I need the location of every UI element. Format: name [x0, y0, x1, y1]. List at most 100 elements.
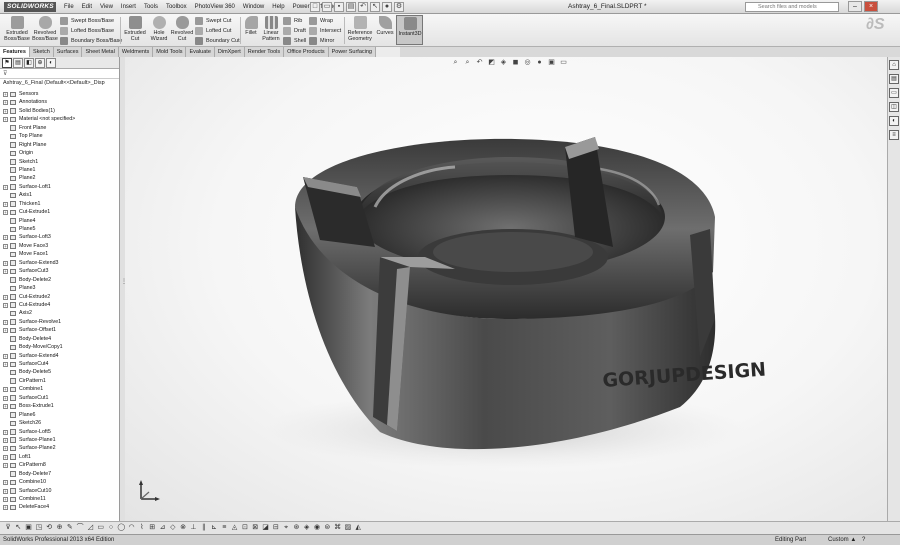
linear-pattern-button[interactable]: Linear Pattern — [260, 16, 282, 46]
design-library-icon[interactable]: ▤ — [889, 74, 899, 84]
options-icon[interactable]: ⚙ — [394, 2, 404, 12]
custom-properties-icon[interactable]: ≡ — [889, 130, 899, 140]
tab-evaluate[interactable]: Evaluate — [186, 47, 215, 57]
tab-sketch[interactable]: Sketch — [29, 47, 54, 57]
sketch-tool-icon[interactable]: ▭ — [97, 524, 105, 532]
save-icon[interactable]: ▪ — [334, 2, 344, 12]
graphics-viewport[interactable]: ⌕ ⌕ ↶ ◩ ◈ ◼ ◎ ● ▣ ▭ GORJUPDESIGN — [125, 57, 887, 521]
menu-tools[interactable]: Tools — [140, 0, 162, 14]
print-icon[interactable]: ▤ — [346, 2, 356, 12]
swept-boss-button[interactable]: Swept Boss/Base — [60, 16, 114, 26]
tab-surfaces[interactable]: Surfaces — [53, 47, 83, 57]
intersect-button[interactable]: Intersect — [309, 26, 341, 36]
sketch-tool-icon[interactable]: ▨ — [344, 524, 352, 532]
file-explorer-icon[interactable]: ▭ — [889, 88, 899, 98]
tree-item[interactable]: + Cut-Extrude1 — [0, 208, 118, 216]
tree-item[interactable]: + Surface-Loft5 — [0, 428, 118, 436]
tree-item[interactable]: + Material <not specified> — [0, 115, 118, 123]
new-doc-icon[interactable]: □ — [310, 2, 320, 12]
expand-icon[interactable]: + — [3, 446, 8, 452]
sketch-tool-icon[interactable]: ⟲ — [45, 524, 53, 532]
tree-item[interactable]: + Surface-Loft1 — [0, 183, 118, 191]
sketch-tool-icon[interactable]: ◠ — [128, 524, 136, 532]
expand-icon[interactable]: + — [3, 497, 8, 502]
tab-sheet-metal[interactable]: Sheet Metal — [82, 47, 119, 57]
sketch-tool-icon[interactable]: ◭ — [354, 524, 362, 532]
sketch-tool-icon[interactable]: ⊜ — [323, 524, 331, 532]
rebuild-icon[interactable]: ● — [382, 2, 392, 12]
appearances-icon[interactable]: ◐ — [889, 116, 899, 126]
sketch-tool-icon[interactable]: ≡ — [220, 524, 228, 532]
tree-item[interactable]: + Surface-Extend3 — [0, 259, 118, 267]
menu-photoview[interactable]: PhotoView 360 — [191, 0, 239, 14]
sketch-tool-icon[interactable]: ⊟ — [272, 524, 280, 532]
expand-icon[interactable]: + — [3, 319, 8, 325]
expand-icon[interactable]: + — [3, 353, 8, 359]
reference-geometry-button[interactable]: Reference Geometry — [346, 16, 374, 46]
menu-edit[interactable]: Edit — [78, 0, 96, 14]
tree-item[interactable]: + Surface-Extend4 — [0, 352, 118, 360]
wrap-button[interactable]: Wrap — [309, 16, 333, 26]
tree-item[interactable]: + CirPattern8 — [0, 461, 118, 469]
tree-item[interactable]: Origin — [0, 149, 118, 157]
sketch-tool-icon[interactable]: ⌘ — [334, 524, 342, 532]
tab-dimxpert[interactable]: DimXpert — [214, 47, 245, 57]
tree-root[interactable]: Ashtray_6_Final (Default<<Default>_Disp — [0, 79, 119, 88]
sketch-tool-icon[interactable]: ∥ — [200, 524, 208, 532]
menu-file[interactable]: File — [60, 0, 78, 14]
tree-item[interactable]: + Move Face3 — [0, 242, 118, 250]
expand-icon[interactable]: + — [3, 488, 8, 494]
instant3d-button[interactable]: Instant3D — [396, 15, 423, 45]
sketch-tool-icon[interactable]: ⊕ — [56, 524, 64, 532]
sketch-tool-icon[interactable]: ◪ — [262, 524, 270, 532]
tree-item[interactable]: Axis1 — [0, 191, 118, 199]
sketch-tool-icon[interactable]: ◈ — [303, 524, 311, 532]
sketch-tool-icon[interactable]: ⊽ — [4, 524, 12, 532]
tree-item[interactable]: + SurfaceCut1 — [0, 394, 118, 402]
expand-icon[interactable]: + — [3, 505, 8, 511]
expand-icon[interactable]: + — [3, 210, 8, 216]
resources-icon[interactable]: ⌂ — [889, 60, 899, 70]
revolved-cut-button[interactable]: Revolved Cut — [170, 16, 194, 46]
tree-item[interactable]: Body-Delete2 — [0, 276, 118, 284]
tree-item[interactable]: Sketch1 — [0, 158, 118, 166]
expand-icon[interactable]: + — [3, 184, 8, 190]
tab-features[interactable]: Features — [0, 47, 30, 57]
menu-toolbox[interactable]: Toolbox — [162, 0, 191, 14]
tab-mold-tools[interactable]: Mold Tools — [153, 47, 187, 57]
tree-item[interactable]: + SurfaceCut3 — [0, 267, 118, 275]
sketch-tool-icon[interactable]: ⌖ — [282, 524, 290, 532]
expand-icon[interactable]: + — [3, 362, 8, 367]
tab-power-surfacing[interactable]: Power Surfacing — [328, 47, 376, 57]
tree-item[interactable]: Body-Delete4 — [0, 335, 118, 343]
tree-item[interactable]: Right Plane — [0, 141, 118, 149]
display-manager-tab-icon[interactable]: ◐ — [46, 58, 56, 68]
tree-item[interactable]: + SurfaceCut4 — [0, 360, 118, 368]
view-palette-icon[interactable]: ◫ — [889, 102, 899, 112]
expand-icon[interactable]: + — [3, 201, 8, 207]
select-cursor-icon[interactable]: ↖ — [370, 2, 380, 12]
tree-item[interactable]: Front Plane — [0, 124, 118, 132]
tree-item[interactable]: + Loft1 — [0, 453, 118, 461]
swept-cut-button[interactable]: Swept Cut — [195, 16, 231, 26]
shell-button[interactable]: Shell — [283, 36, 306, 46]
curves-button[interactable]: Curves — [375, 16, 395, 46]
tree-item[interactable]: + Combine1 — [0, 385, 118, 393]
lofted-boss-button[interactable]: Lofted Boss/Base — [60, 26, 114, 36]
sketch-tool-icon[interactable]: ↖ — [14, 524, 22, 532]
mirror-button[interactable]: Mirror — [309, 36, 334, 46]
boundary-cut-button[interactable]: Boundary Cut — [195, 36, 240, 46]
sketch-tool-icon[interactable]: ⊡ — [241, 524, 249, 532]
sketch-tool-icon[interactable]: ◿ — [86, 524, 94, 532]
tree-item[interactable]: Body-Delete7 — [0, 470, 118, 478]
sketch-tool-icon[interactable]: ◳ — [35, 524, 43, 532]
menu-insert[interactable]: Insert — [117, 0, 140, 14]
tree-item[interactable]: + DeleteFace4 — [0, 503, 118, 511]
tree-item[interactable]: Plane5 — [0, 225, 118, 233]
tree-item[interactable]: + Solid Bodies(1) — [0, 107, 118, 115]
tree-item[interactable]: Sketch26 — [0, 419, 118, 427]
tree-item[interactable]: + Thicken1 — [0, 200, 118, 208]
tree-item[interactable]: Move Face1 — [0, 250, 118, 258]
menu-view[interactable]: View — [96, 0, 117, 14]
sketch-tool-icon[interactable]: ⊛ — [292, 524, 300, 532]
